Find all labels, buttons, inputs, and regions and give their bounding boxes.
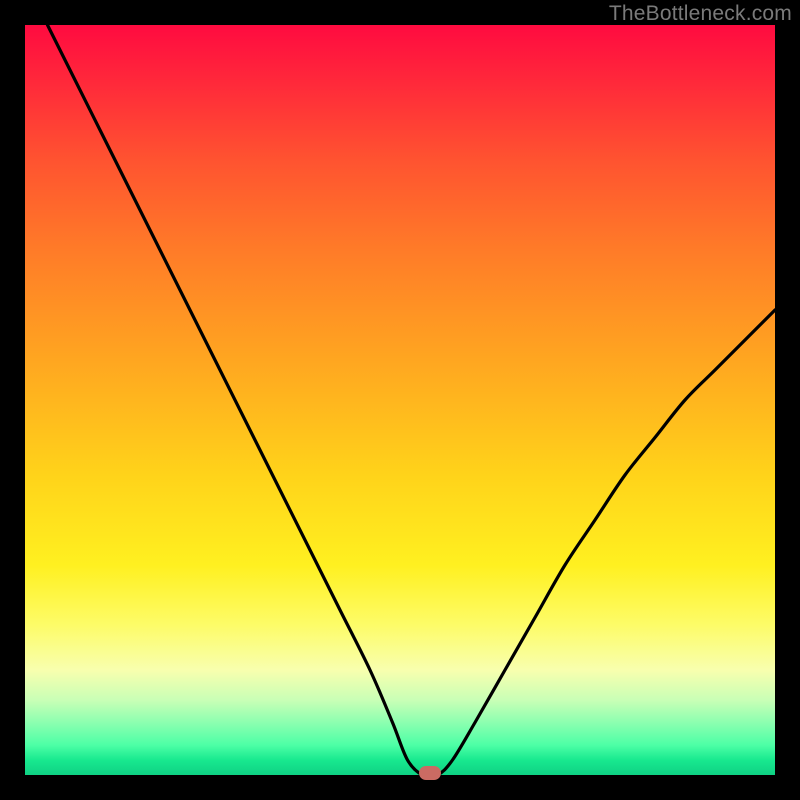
minimum-marker — [419, 766, 441, 780]
plot-area — [25, 25, 775, 775]
watermark-text: TheBottleneck.com — [609, 2, 792, 26]
chart-frame: TheBottleneck.com — [0, 0, 800, 800]
bottleneck-curve — [25, 25, 775, 775]
